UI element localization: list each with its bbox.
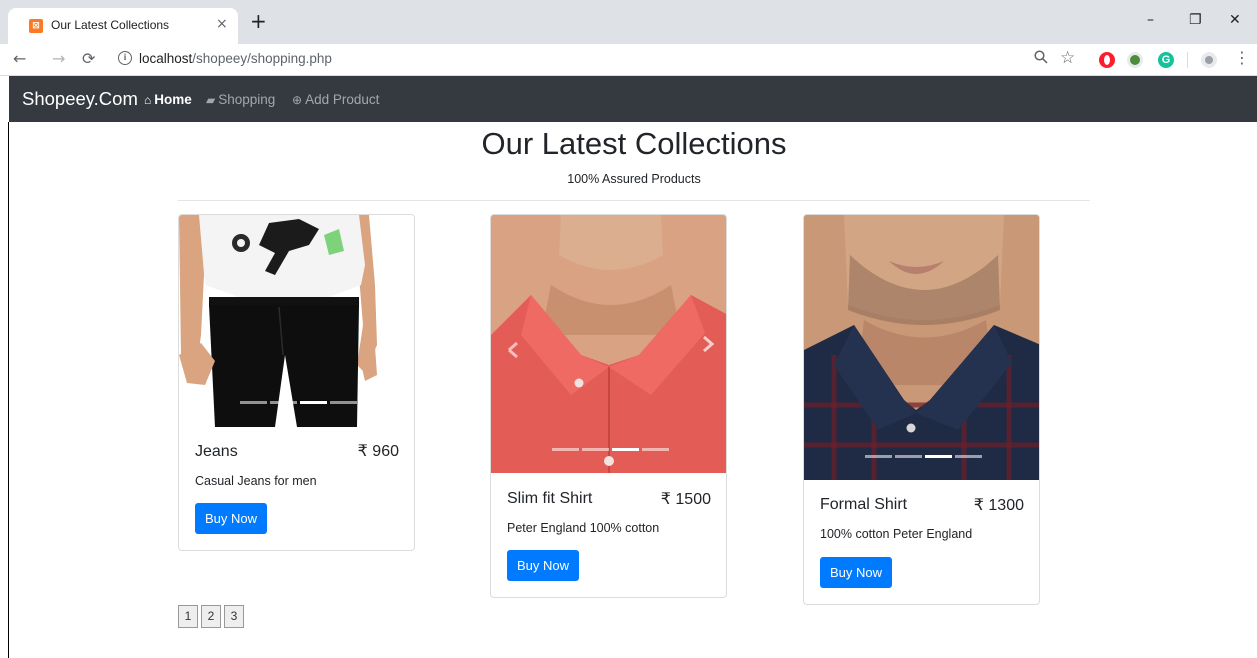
toolbar-divider xyxy=(1187,52,1188,68)
page-button-3[interactable]: 3 xyxy=(224,605,244,628)
zoom-icon[interactable] xyxy=(1034,50,1048,68)
indicator-3[interactable] xyxy=(925,455,952,458)
product-card: Jeans ₹ 960 Casual Jeans for men Buy Now xyxy=(178,214,415,551)
url-path: /shopeey/shopping.php xyxy=(192,51,332,66)
address-bar[interactable]: i localhost/shopeey/shopping.php xyxy=(106,47,1091,73)
page-button-1[interactable]: 1 xyxy=(178,605,198,628)
nav-add-product[interactable]: ⊕ Add Product xyxy=(292,92,379,107)
new-tab-button[interactable]: + xyxy=(250,11,267,31)
product-card: Slim fit Shirt ₹ 1500 Peter England 100%… xyxy=(490,214,727,598)
indicator-1[interactable] xyxy=(240,401,267,404)
jeans-photo[interactable] xyxy=(179,215,414,427)
page-button-2[interactable]: 2 xyxy=(201,605,221,628)
indicator-1[interactable] xyxy=(865,455,892,458)
info-icon[interactable]: i xyxy=(118,51,132,65)
globe-extension-icon[interactable] xyxy=(1127,52,1143,68)
url-text[interactable]: localhost/shopeey/shopping.php xyxy=(139,51,332,66)
nav-shopping[interactable]: ▰ Shopping xyxy=(206,92,275,107)
minimize-button[interactable]: – xyxy=(1147,12,1154,28)
url-host: localhost xyxy=(139,51,193,66)
product-description: 100% cotton Peter England xyxy=(820,527,973,541)
product-price: ₹ 960 xyxy=(357,443,399,460)
product-name: Formal Shirt xyxy=(820,496,908,513)
carousel-indicators[interactable] xyxy=(865,455,982,458)
indicator-2[interactable] xyxy=(582,448,609,451)
indicator-4[interactable] xyxy=(330,401,357,404)
product-description: Peter England 100% cotton xyxy=(507,521,660,535)
carousel-indicators[interactable] xyxy=(240,401,357,404)
indicator-4[interactable] xyxy=(642,448,669,451)
indicator-2[interactable] xyxy=(270,401,297,404)
reload-icon[interactable]: ⟳ xyxy=(82,49,95,68)
bookmark-star-icon[interactable]: ☆ xyxy=(1060,48,1075,68)
header-divider xyxy=(178,200,1090,201)
nav-shopping-label: Shopping xyxy=(218,92,276,107)
browser-tabstrip: ⊠ Our Latest Collections × + – ❐ ✕ xyxy=(0,0,1257,44)
plus-circle-icon: ⊕ xyxy=(292,93,303,107)
home-icon: ⌂ xyxy=(144,93,152,107)
product-name: Slim fit Shirt xyxy=(507,490,593,507)
buy-now-button[interactable]: Buy Now xyxy=(820,557,893,588)
restore-button[interactable]: ❐ xyxy=(1189,12,1202,28)
site-navbar: Shopeey.Com ⌂ Home ▰ Shopping ⊕ Add Product xyxy=(9,76,1257,122)
page-subtitle: 100% Assured Products xyxy=(567,172,701,186)
page-edge-divider xyxy=(8,122,9,658)
carousel-indicators[interactable] xyxy=(552,448,669,451)
indicator-1[interactable] xyxy=(552,448,579,451)
tab-title: Our Latest Collections xyxy=(51,18,170,32)
indicator-3[interactable] xyxy=(300,401,327,404)
nav-home-label: Home xyxy=(154,92,192,107)
brand-logo[interactable]: Shopeey.Com xyxy=(22,88,138,110)
buy-now-button[interactable]: Buy Now xyxy=(195,503,268,534)
browser-toolbar: ← → ⟳ i localhost/shopeey/shopping.php ☆… xyxy=(0,44,1257,76)
product-card: Formal Shirt ₹ 1300 100% cotton Peter En… xyxy=(803,214,1040,605)
indicator-3[interactable] xyxy=(612,448,639,451)
product-name: Jeans xyxy=(195,443,238,460)
product-price: ₹ 1500 xyxy=(660,491,711,508)
grammarly-icon[interactable]: G xyxy=(1158,52,1174,68)
indicator-4[interactable] xyxy=(955,455,982,458)
back-arrow-icon[interactable]: ← xyxy=(13,49,26,68)
pagination: 1 2 3 xyxy=(178,605,244,628)
red-shirt-photo[interactable] xyxy=(491,215,726,473)
nav-add-product-label: Add Product xyxy=(305,92,380,107)
indicator-2[interactable] xyxy=(895,455,922,458)
opera-extension-icon[interactable] xyxy=(1099,52,1115,68)
menu-kebab-icon[interactable]: ⋮ xyxy=(1234,48,1250,67)
profile-avatar-icon[interactable] xyxy=(1201,52,1217,68)
xampp-favicon-icon: ⊠ xyxy=(29,19,43,33)
nav-home[interactable]: ⌂ Home xyxy=(144,92,192,107)
browser-tab[interactable]: ⊠ Our Latest Collections × xyxy=(8,8,238,44)
shopping-bag-icon: ▰ xyxy=(206,93,216,107)
checked-shirt-photo[interactable] xyxy=(804,215,1039,480)
forward-arrow-icon[interactable]: → xyxy=(52,49,65,68)
page-title: Our Latest Collections xyxy=(481,126,787,161)
product-description: Casual Jeans for men xyxy=(195,474,317,488)
product-price: ₹ 1300 xyxy=(973,497,1024,514)
close-window-button[interactable]: ✕ xyxy=(1229,12,1241,28)
buy-now-button[interactable]: Buy Now xyxy=(507,550,580,581)
tab-close-icon[interactable]: × xyxy=(216,16,228,32)
